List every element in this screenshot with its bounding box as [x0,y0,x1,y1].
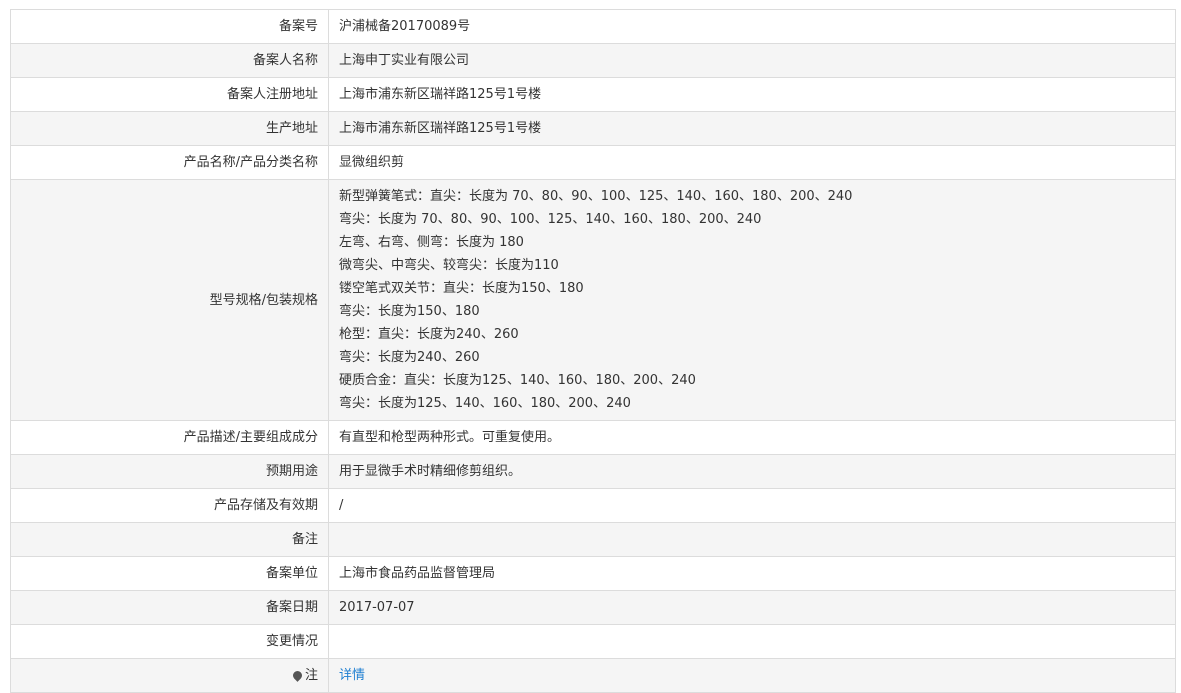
value-remarks [328,522,1176,557]
spec-line: 弯尖：长度为240、260 [339,350,480,365]
value-model-spec: 新型弹簧笔式：直尖：长度为 70、80、90、100、125、140、160、1… [328,179,1176,421]
value-change-status [328,624,1176,659]
value-storage-validity: / [328,488,1176,523]
spec-line: 弯尖：长度为125、140、160、180、200、240 [339,396,631,411]
spec-line: 弯尖：长度为 70、80、90、100、125、140、160、180、200、… [339,212,762,227]
label-remarks: 备注 [10,522,329,557]
label-filing-number: 备案号 [10,9,329,44]
row-registrant-name: 备案人名称 上海申丁实业有限公司 [10,43,1176,78]
spec-line: 硬质合金：直尖：长度为125、140、160、180、200、240 [339,373,696,388]
label-model-spec: 型号规格/包装规格 [10,179,329,421]
row-note: 注 详情 [10,658,1176,693]
row-filing-number: 备案号 沪浦械备20170089号 [10,9,1176,44]
row-model-spec: 型号规格/包装规格 新型弹簧笔式：直尖：长度为 70、80、90、100、125… [10,179,1176,421]
label-change-status: 变更情况 [10,624,329,659]
details-link[interactable]: 详情 [339,668,365,683]
spec-line: 枪型：直尖：长度为240、260 [339,327,519,342]
value-product-description: 有直型和枪型两种形式。可重复使用。 [328,420,1176,455]
spec-line: 微弯尖、中弯尖、较弯尖：长度为110 [339,258,559,273]
label-note: 注 [10,658,329,693]
row-registered-address: 备案人注册地址 上海市浦东新区瑞祥路125号1号楼 [10,77,1176,112]
label-storage-validity: 产品存储及有效期 [10,488,329,523]
value-note: 详情 [328,658,1176,693]
value-filing-number: 沪浦械备20170089号 [328,9,1176,44]
label-registered-address: 备案人注册地址 [10,77,329,112]
spec-line: 左弯、右弯、侧弯：长度为 180 [339,235,524,250]
row-production-address: 生产地址 上海市浦东新区瑞祥路125号1号楼 [10,111,1176,146]
label-production-address: 生产地址 [10,111,329,146]
label-product-description: 产品描述/主要组成成分 [10,420,329,455]
value-production-address: 上海市浦东新区瑞祥路125号1号楼 [328,111,1176,146]
row-remarks: 备注 [10,522,1176,557]
row-storage-validity: 产品存储及有效期 / [10,488,1176,523]
pin-icon [291,669,304,682]
spec-line: 新型弹簧笔式：直尖：长度为 70、80、90、100、125、140、160、1… [339,189,853,204]
value-intended-use: 用于显微手术时精细修剪组织。 [328,454,1176,489]
row-filing-date: 备案日期 2017-07-07 [10,590,1176,625]
spec-line: 弯尖：长度为150、180 [339,304,480,319]
row-change-status: 变更情况 [10,624,1176,659]
value-filing-unit: 上海市食品药品监督管理局 [328,556,1176,591]
row-filing-unit: 备案单位 上海市食品药品监督管理局 [10,556,1176,591]
value-registrant-name: 上海申丁实业有限公司 [328,43,1176,78]
label-filing-date: 备案日期 [10,590,329,625]
value-filing-date: 2017-07-07 [328,590,1176,625]
row-product-description: 产品描述/主要组成成分 有直型和枪型两种形式。可重复使用。 [10,420,1176,455]
label-intended-use: 预期用途 [10,454,329,489]
record-table: 备案号 沪浦械备20170089号 备案人名称 上海申丁实业有限公司 备案人注册… [10,9,1176,693]
row-product-name: 产品名称/产品分类名称 显微组织剪 [10,145,1176,180]
label-product-name: 产品名称/产品分类名称 [10,145,329,180]
record-container: 备案号 沪浦械备20170089号 备案人名称 上海申丁实业有限公司 备案人注册… [10,9,1176,693]
row-intended-use: 预期用途 用于显微手术时精细修剪组织。 [10,454,1176,489]
value-product-name: 显微组织剪 [328,145,1176,180]
spec-line: 镂空笔式双关节：直尖：长度为150、180 [339,281,584,296]
value-registered-address: 上海市浦东新区瑞祥路125号1号楼 [328,77,1176,112]
label-registrant-name: 备案人名称 [10,43,329,78]
note-label: 注 [304,668,318,683]
label-filing-unit: 备案单位 [10,556,329,591]
